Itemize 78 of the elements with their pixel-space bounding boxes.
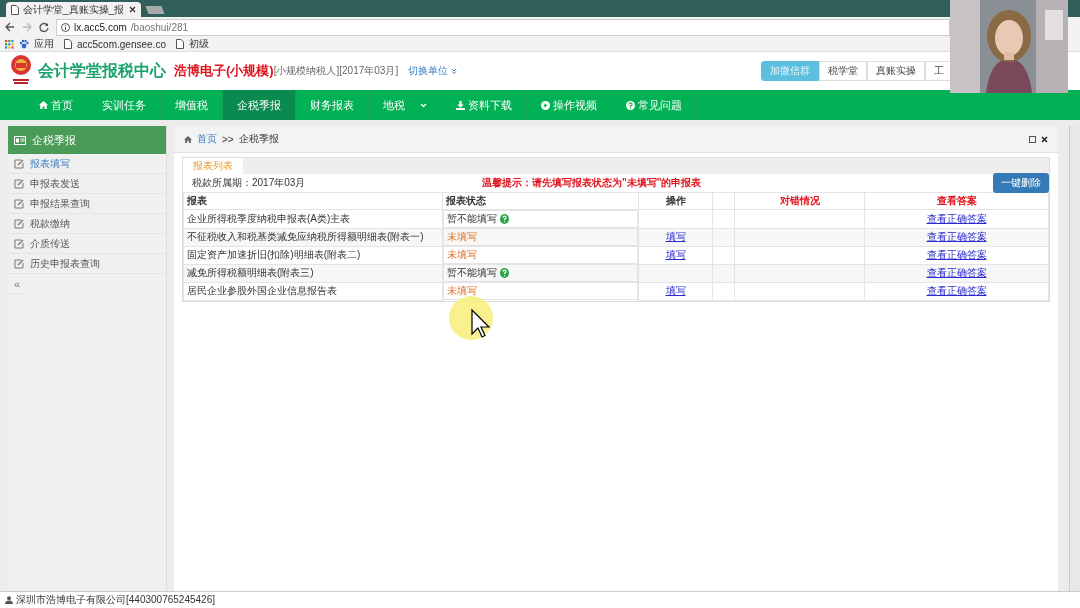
site-title: 会计学堂报税中心 <box>38 60 166 81</box>
fill-link[interactable]: 填写 <box>665 285 686 296</box>
fill-link[interactable]: 填写 <box>665 249 686 260</box>
sidebar-item[interactable]: 历史申报表查询 <box>8 254 166 274</box>
bookmark[interactable]: 初级 <box>175 37 209 51</box>
reload-icon[interactable] <box>39 22 49 32</box>
collapse-button[interactable]: « <box>8 274 27 294</box>
breadcrumb-link[interactable]: 首页 <box>197 132 217 146</box>
table-cell: 不征税收入和税基类减免应纳税所得额明细表(附表一) <box>183 228 443 246</box>
column-header: 操作 <box>638 192 713 210</box>
column-header: 报表 <box>183 192 443 210</box>
table-cell: 固定资产加速折旧(扣除)明细表(附表二) <box>183 246 443 264</box>
edit-icon <box>14 218 24 229</box>
bookmark[interactable]: 应用 <box>5 37 54 51</box>
company-info: [小规模纳税人][2017年03月] <box>273 64 399 76</box>
fill-link[interactable]: 填写 <box>665 231 686 242</box>
home-icon <box>39 101 48 109</box>
apps-grid-icon <box>5 39 14 49</box>
user-icon <box>5 596 13 604</box>
sidebar-item[interactable]: 申报表发送 <box>8 174 166 194</box>
cursor-icon <box>449 296 493 342</box>
table-cell: 企业所得税季度纳税申报表(A类)主表 <box>183 209 443 228</box>
table-cell: 居民企业参股外国企业信息报告表 <box>183 282 443 300</box>
edit-icon <box>14 198 24 209</box>
paw-icon <box>19 39 29 49</box>
new-tab-button[interactable] <box>145 6 165 14</box>
nav-item[interactable]: 企税季报 <box>223 90 296 120</box>
breadcrumb-separator: >> <box>222 133 234 145</box>
status-text: 暂不能填写 <box>447 266 497 280</box>
company-status: 深圳市浩博电子有限公司[440300765245426] <box>16 593 215 607</box>
id-card-icon <box>14 135 26 145</box>
close-icon[interactable] <box>129 6 136 13</box>
page-icon <box>11 4 19 15</box>
sidebar-title: 企税季报 <box>32 132 76 148</box>
close-icon[interactable] <box>1041 135 1048 143</box>
edit-icon <box>14 178 24 189</box>
status-text: 未填写 <box>447 284 477 298</box>
sidebar-item[interactable]: 报表填写 <box>8 154 166 174</box>
browser-tab[interactable]: 会计学堂_真账实操_报 <box>6 2 141 17</box>
home-icon <box>184 135 192 143</box>
info-icon <box>61 22 70 32</box>
address-field[interactable]: lx.acc5.com /baoshui/281 <box>56 18 950 36</box>
delete-all-button[interactable]: 一键删除 <box>993 173 1049 193</box>
page-icon <box>64 39 72 49</box>
edit-icon <box>14 238 24 249</box>
chevron-down-icon <box>451 68 458 74</box>
sidebar-item[interactable]: 税款缴纳 <box>8 214 166 234</box>
sidebar-item[interactable]: 申报结果查询 <box>8 194 166 214</box>
status-text: 未填写 <box>447 248 477 262</box>
status-text: 未填写 <box>447 230 477 244</box>
breadcrumb-current: 企税季报 <box>238 132 279 146</box>
back-icon[interactable] <box>5 22 15 32</box>
page-icon <box>175 39 184 49</box>
tab-title: 会计学堂_真账实操_报 <box>23 2 125 17</box>
column-header: 对错情况 <box>734 192 865 210</box>
download-icon <box>456 100 465 110</box>
chevron-down-icon <box>420 102 427 108</box>
top-button[interactable]: 真账实操 <box>867 61 925 81</box>
status-text: 暂不能填写 <box>447 212 497 226</box>
play-icon <box>541 100 550 110</box>
table-cell: 减免所得税额明细表(附表三) <box>183 264 443 282</box>
switch-unit-link[interactable]: 切换单位 <box>408 64 449 78</box>
bookmark[interactable]: acc5com.gensee.co <box>64 38 166 50</box>
sidebar-item[interactable]: 介质传送 <box>8 234 166 254</box>
tax-period: 税款所属期：2017年03月 <box>192 176 307 190</box>
edit-icon <box>14 258 24 269</box>
warning-tip: 温馨提示：请先填写报表状态为"未填写"的申报表 <box>482 176 703 190</box>
help-icon[interactable] <box>500 268 509 278</box>
column-header: 报表状态 <box>442 192 639 210</box>
help-icon[interactable] <box>500 214 509 224</box>
top-button[interactable]: 税学堂 <box>819 61 867 81</box>
scrollbar[interactable] <box>1069 126 1080 591</box>
edit-icon <box>14 158 24 169</box>
top-button[interactable]: 工 <box>925 61 953 81</box>
column-header: 查看答案 <box>864 192 1049 210</box>
company-name: 浩博电子(小规模) <box>174 62 274 80</box>
help-icon <box>626 100 635 110</box>
maximize-icon[interactable] <box>1029 135 1036 143</box>
